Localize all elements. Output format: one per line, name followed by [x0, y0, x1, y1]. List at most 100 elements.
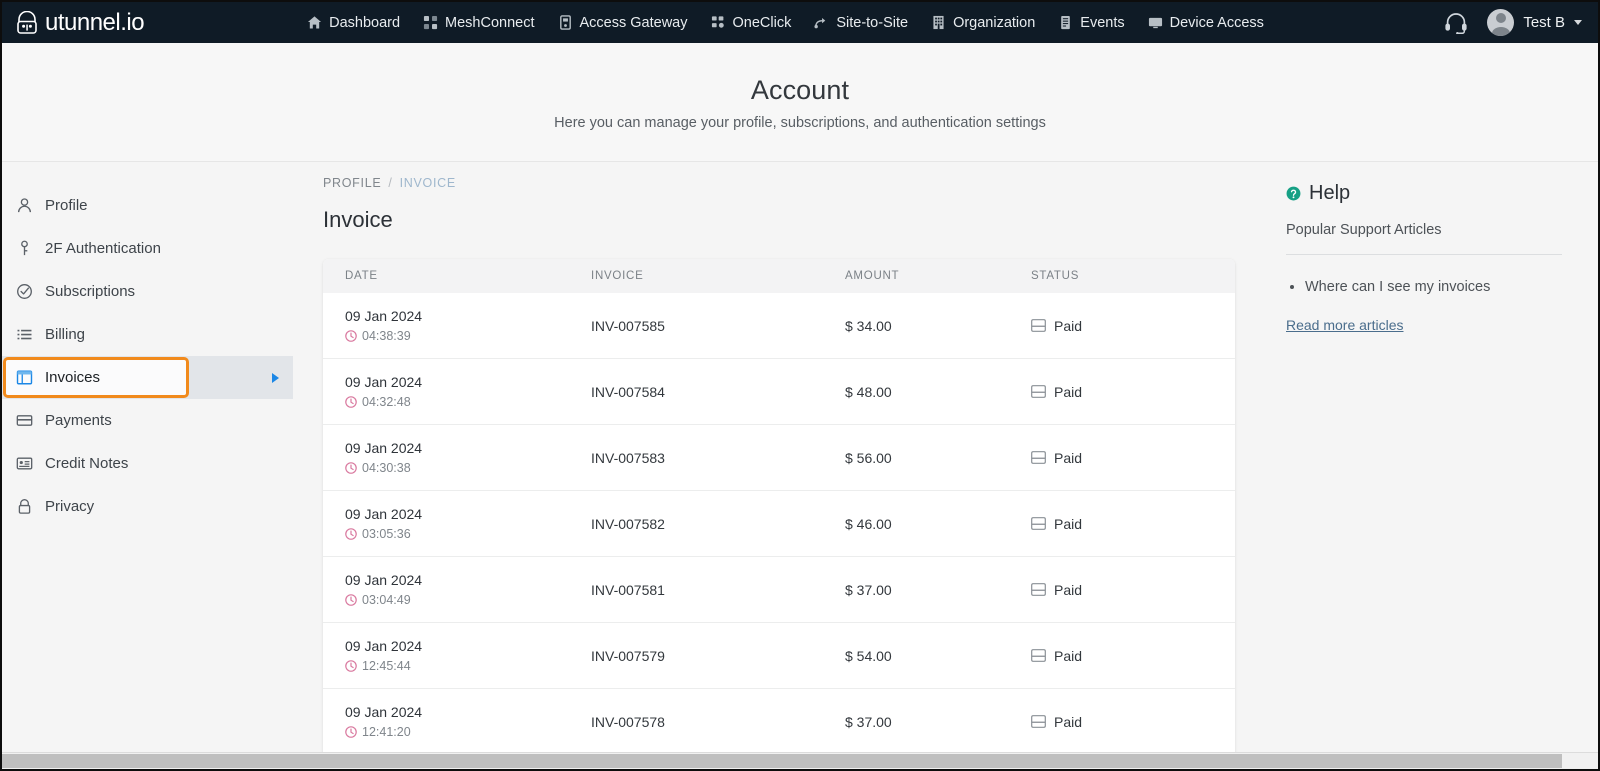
events-icon	[1061, 15, 1071, 30]
site-to-site-icon	[814, 18, 826, 29]
table-row[interactable]: 09 Jan 2024 12:41:20 INV-007578 $ 37.00 Paid	[323, 688, 1235, 755]
sidebar-item-credit-notes[interactable]: Credit Notes	[2, 442, 293, 485]
cell-invoice: INV-007578	[591, 688, 845, 755]
read-more-articles-link[interactable]: Read more articles	[1286, 317, 1404, 333]
invoice-date: 09 Jan 2024	[345, 638, 423, 654]
card-icon	[1031, 385, 1046, 398]
cell-invoice: INV-007584	[591, 358, 845, 425]
sidebar-item-privacy[interactable]: Privacy	[2, 485, 293, 528]
status-badge: Paid	[1031, 516, 1235, 532]
invoice-time: 04:30:38	[345, 461, 591, 475]
sidebar-item-label: Profile	[45, 197, 88, 214]
utunnel-lock-logo-icon	[17, 10, 37, 34]
clock-icon	[345, 726, 357, 738]
card-icon	[1031, 649, 1046, 662]
user-menu[interactable]: Test B	[1487, 9, 1582, 36]
oneclick-icon	[711, 16, 724, 28]
card-icon	[1031, 715, 1046, 728]
person-icon	[17, 198, 32, 213]
sidebar-item-2f-authentication[interactable]: 2F Authentication	[2, 227, 293, 270]
nav-item-oneclick[interactable]: OneClick	[711, 15, 791, 31]
table-row[interactable]: 09 Jan 2024 04:32:48 INV-007584 $ 48.00 Paid	[323, 358, 1235, 425]
invoice-date: 09 Jan 2024	[345, 308, 423, 324]
status-badge: Paid	[1031, 450, 1235, 466]
status-label: Paid	[1054, 383, 1083, 400]
cell-invoice: INV-007585	[591, 293, 845, 359]
invoice-time: 12:41:20	[345, 725, 591, 739]
nav-right-group: Test B	[1444, 2, 1582, 43]
status-badge: Paid	[1031, 582, 1235, 598]
cell-status: Paid	[1031, 688, 1235, 755]
invoice-table-card: DATE INVOICE AMOUNT STATUS 09 Jan 2024 04…	[323, 259, 1235, 769]
sidebar-item-profile[interactable]: Profile	[2, 184, 293, 227]
nav-item-organization[interactable]: Organization	[931, 15, 1035, 31]
card-icon	[16, 415, 33, 426]
table-row[interactable]: 09 Jan 2024 03:05:36 INV-007582 $ 46.00 Paid	[323, 490, 1235, 557]
breadcrumb-parent[interactable]: PROFILE	[323, 176, 381, 190]
invoice-time-label: 03:04:49	[362, 593, 411, 607]
scrollbar-thumb[interactable]	[2, 754, 1562, 768]
horizontal-scrollbar[interactable]	[2, 752, 1598, 769]
clock-icon	[345, 462, 357, 474]
invoice-time-label: 04:30:38	[362, 461, 411, 475]
list-icon	[17, 329, 32, 340]
help-article-item[interactable]: Where can I see my invoices	[1305, 277, 1562, 298]
sidebar-item-payments[interactable]: Payments	[2, 399, 293, 442]
nav-item-meshconnect[interactable]: MeshConnect	[423, 14, 535, 31]
user-name: Test B	[1523, 14, 1565, 31]
table-row[interactable]: 09 Jan 2024 03:04:49 INV-007581 $ 37.00 Paid	[323, 556, 1235, 623]
table-row[interactable]: 09 Jan 2024 04:30:38 INV-007583 $ 56.00 Paid	[323, 424, 1235, 491]
sidebar-item-label: Payments	[45, 412, 112, 429]
nav-label: Dashboard	[329, 14, 401, 31]
cell-status: Paid	[1031, 556, 1235, 623]
sidebar-item-label: Subscriptions	[45, 283, 136, 300]
browser-window: utunnel.io Dashboard MeshConnect Access …	[0, 0, 1600, 771]
invoice-date: 09 Jan 2024	[345, 506, 423, 522]
note-icon	[16, 457, 33, 470]
cell-status: Paid	[1031, 490, 1235, 557]
sidebar-item-subscriptions[interactable]: Subscriptions	[2, 270, 293, 313]
page-subtitle: Here you can manage your profile, subscr…	[554, 115, 1046, 131]
nav-item-device-access[interactable]: Device Access	[1148, 15, 1264, 31]
home-icon	[308, 16, 322, 29]
building-icon	[933, 15, 944, 30]
cell-status: Paid	[1031, 293, 1235, 359]
chevron-down-icon	[1574, 20, 1582, 25]
main-nav-links: Dashboard MeshConnect Access Gateway One…	[307, 15, 1264, 31]
table-row[interactable]: 09 Jan 2024 12:45:44 INV-007579 $ 54.00 Paid	[323, 622, 1235, 689]
status-label: Paid	[1054, 713, 1083, 730]
nav-item-events[interactable]: Events	[1058, 14, 1125, 31]
cell-invoice: INV-007583	[591, 424, 845, 491]
status-label: Paid	[1054, 317, 1083, 334]
invoice-time-label: 04:32:48	[362, 395, 411, 409]
table-row[interactable]: 09 Jan 2024 04:38:39 INV-007585 $ 34.00 Paid	[323, 293, 1235, 359]
invoice-time: 04:32:48	[345, 395, 591, 409]
cell-amount: $ 56.00	[845, 424, 1031, 491]
sidebar-item-invoices[interactable]: Invoices	[2, 356, 293, 399]
clock-icon	[345, 330, 357, 342]
column-header-amount: AMOUNT	[845, 259, 1031, 293]
sidebar-item-label: Billing	[45, 326, 86, 343]
nav-label: Organization	[953, 14, 1036, 31]
nav-label: Device Access	[1169, 14, 1264, 31]
cell-amount: $ 34.00	[845, 293, 1031, 359]
avatar	[1487, 9, 1515, 36]
sidebar-item-label: Credit Notes	[45, 455, 129, 472]
nav-item-access-gateway[interactable]: Access Gateway	[558, 15, 688, 31]
column-header-invoice: INVOICE	[591, 259, 845, 293]
status-label: Paid	[1054, 449, 1083, 466]
nav-item-dashboard[interactable]: Dashboard	[307, 15, 400, 31]
nav-label: MeshConnect	[445, 14, 535, 31]
brand-logo[interactable]: utunnel.io	[14, 9, 145, 37]
invoice-time: 03:04:49	[345, 593, 591, 607]
nav-item-site-to-site[interactable]: Site-to-Site	[814, 15, 908, 31]
nav-label: Events	[1080, 14, 1125, 31]
cell-status: Paid	[1031, 622, 1235, 689]
headset-icon[interactable]	[1444, 12, 1468, 34]
invoice-table: DATE INVOICE AMOUNT STATUS 09 Jan 2024 04…	[323, 259, 1235, 755]
cell-invoice: INV-007579	[591, 622, 845, 689]
cell-date: 09 Jan 2024 04:30:38	[323, 424, 591, 491]
sidebar-item-billing[interactable]: Billing	[2, 313, 293, 356]
clock-icon	[345, 594, 357, 606]
cell-status: Paid	[1031, 358, 1235, 425]
